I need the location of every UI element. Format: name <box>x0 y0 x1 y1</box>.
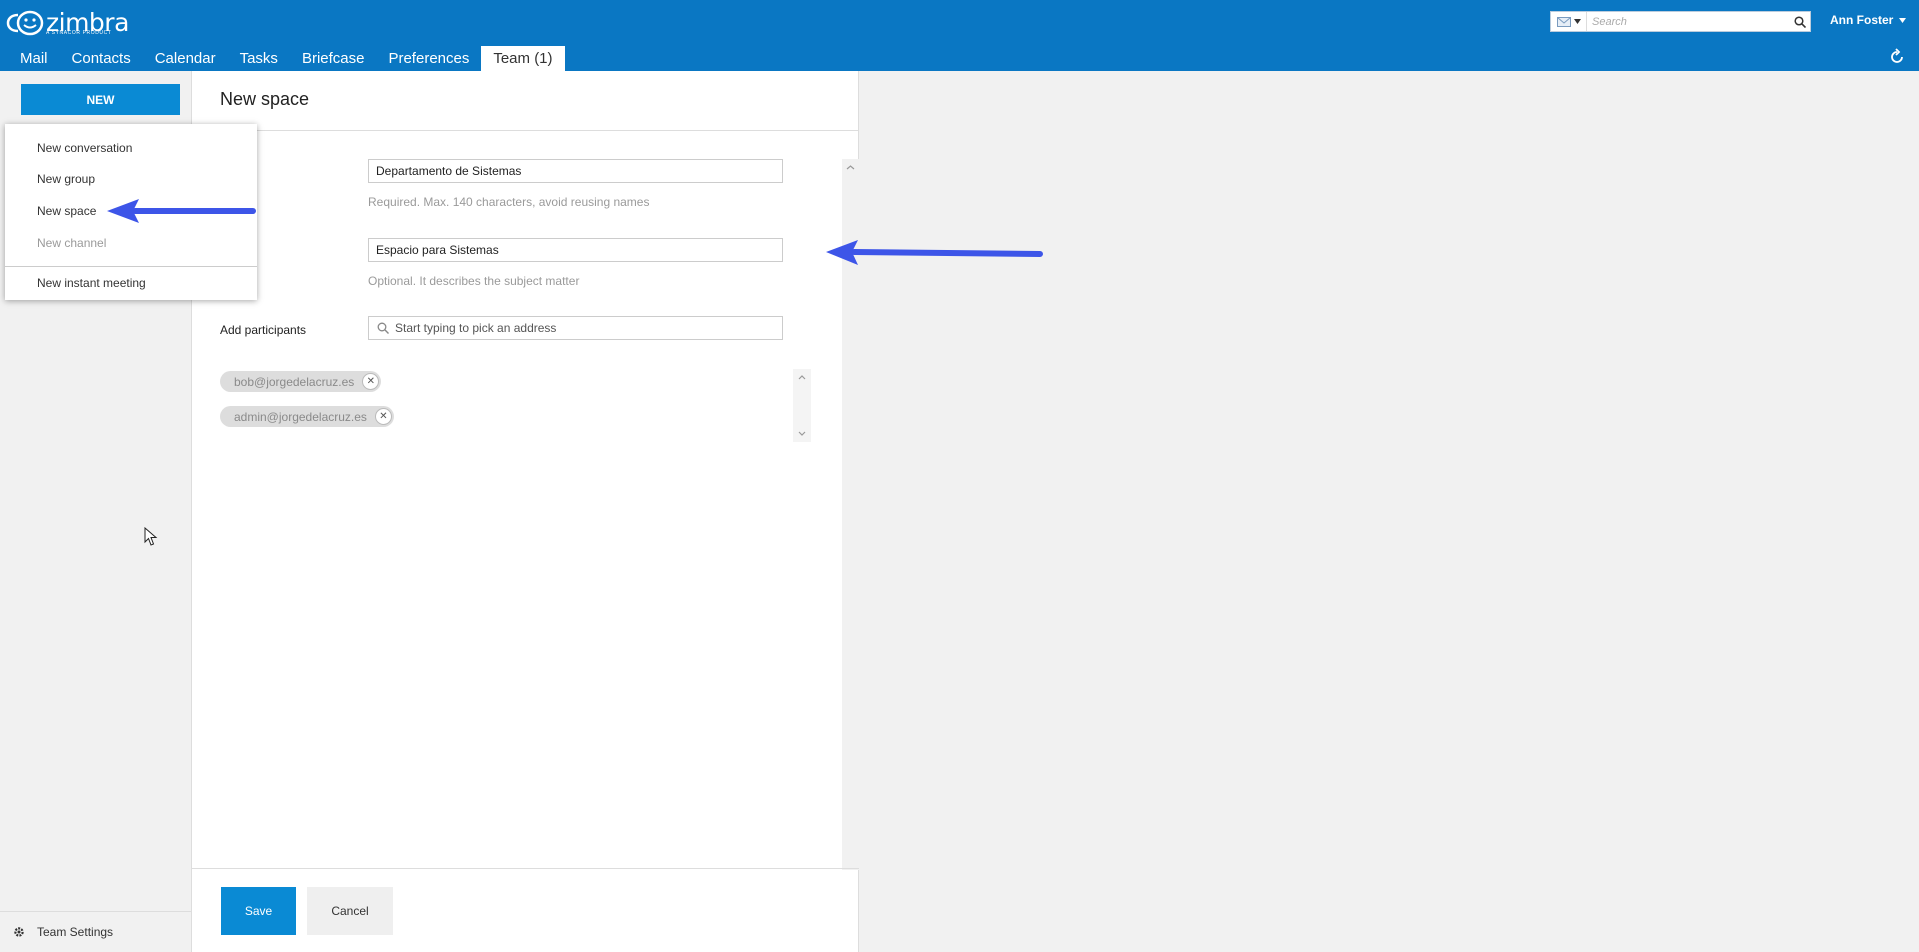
new-button[interactable]: NEW <box>21 84 180 115</box>
divider <box>192 130 859 131</box>
participant-email: bob@jorgedelacruz.es <box>234 374 355 389</box>
user-name: Ann Foster <box>1830 13 1894 27</box>
zimbra-logo-icon <box>6 10 44 36</box>
remove-participant-button[interactable]: ✕ <box>362 373 380 390</box>
participant-chip: bob@jorgedelacruz.es ✕ <box>220 371 382 392</box>
chevron-down-icon <box>1899 17 1907 23</box>
user-menu[interactable]: Ann Foster <box>1830 13 1907 27</box>
participants-field <box>368 316 783 340</box>
cancel-button[interactable]: Cancel <box>307 887 393 935</box>
space-name-hint: Required. Max. 140 characters, avoid reu… <box>368 195 650 209</box>
menu-item-new-space[interactable]: New space <box>5 197 257 225</box>
menu-item-new-instant-meeting[interactable]: New instant meeting <box>5 269 257 297</box>
space-description-hint: Optional. It describes the subject matte… <box>368 274 580 288</box>
tab-contacts[interactable]: Contacts <box>60 46 143 71</box>
zimbra-logo[interactable]: zimbra A SYNACOR PRODUCT <box>6 8 129 38</box>
mouse-cursor-icon <box>144 527 158 546</box>
save-button[interactable]: Save <box>221 887 296 935</box>
participants-list: bob@jorgedelacruz.es ✕ admin@jorgedelacr… <box>220 369 811 442</box>
team-settings-label: Team Settings <box>37 925 114 939</box>
tab-mail[interactable]: Mail <box>8 46 60 71</box>
menu-item-new-channel: New channel <box>37 236 107 250</box>
new-dropdown-menu: New conversation New group New space New… <box>5 124 257 300</box>
chevron-down-icon <box>1573 19 1581 24</box>
participants-scrollbar[interactable] <box>793 369 811 442</box>
menu-item-new-conversation[interactable]: New conversation <box>5 134 257 162</box>
refresh-icon[interactable] <box>1888 48 1906 66</box>
participant-chip: admin@jorgedelacruz.es ✕ <box>220 406 394 427</box>
search-input[interactable] <box>1587 12 1790 31</box>
search-box <box>1550 11 1811 32</box>
page-title: New space <box>220 89 310 109</box>
top-bar: zimbra A SYNACOR PRODUCT Ann Foster Mail… <box>0 0 1919 71</box>
app-tabs: Mail Contacts Calendar Tasks Briefcase P… <box>8 46 565 71</box>
tab-preferences[interactable]: Preferences <box>376 46 481 71</box>
mail-icon <box>1556 16 1571 27</box>
menu-divider <box>5 266 257 267</box>
participants-input[interactable] <box>395 321 782 335</box>
gear-icon <box>14 927 24 937</box>
search-icon <box>377 322 389 334</box>
tab-team[interactable]: Team (1) <box>481 46 565 71</box>
tab-calendar[interactable]: Calendar <box>143 46 228 71</box>
chevron-up-icon <box>846 165 855 170</box>
remove-participant-button[interactable]: ✕ <box>374 408 392 425</box>
participants-label: Add participants <box>220 323 307 337</box>
space-description-field[interactable] <box>368 238 783 262</box>
tab-briefcase[interactable]: Briefcase <box>290 46 377 71</box>
team-settings-button[interactable]: Team Settings <box>0 911 192 952</box>
search-type-selector[interactable] <box>1551 12 1587 31</box>
search-button[interactable] <box>1790 12 1810 31</box>
tab-tasks[interactable]: Tasks <box>228 46 290 71</box>
menu-item-new-group[interactable]: New group <box>5 165 257 193</box>
participant-email: admin@jorgedelacruz.es <box>234 409 367 424</box>
search-icon <box>1794 15 1806 28</box>
new-space-panel: New space Required. Max. 140 characters,… <box>192 71 859 952</box>
space-name-field[interactable] <box>368 159 783 183</box>
divider <box>192 868 859 869</box>
chevron-up-icon <box>798 375 806 380</box>
chevron-down-icon <box>798 431 806 436</box>
panel-scrollbar[interactable] <box>842 159 859 870</box>
brand-subtitle: A SYNACOR PRODUCT <box>46 30 112 36</box>
